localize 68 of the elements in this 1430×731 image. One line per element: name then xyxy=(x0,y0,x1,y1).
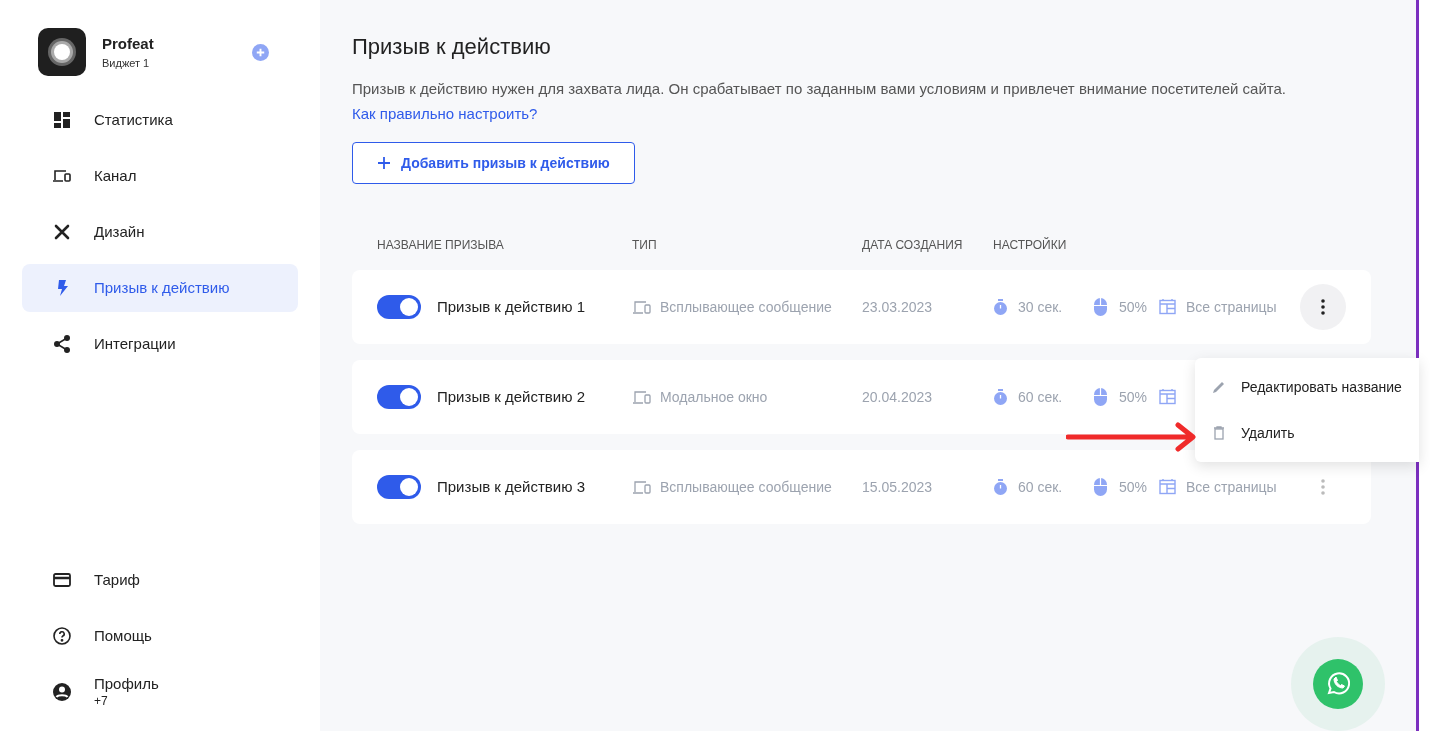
creation-date: 20.04.2023 xyxy=(862,387,934,407)
nav-label: Профиль xyxy=(94,675,159,694)
column-header: НАЗВАНИЕ ПРИЗЫВА xyxy=(377,237,505,254)
creation-date: 23.03.2023 xyxy=(862,297,934,317)
more-button[interactable] xyxy=(1300,284,1346,330)
plus-icon xyxy=(377,156,391,170)
widget-name: Виджет 1 xyxy=(102,56,151,71)
column-header: ТИП xyxy=(632,237,658,254)
phone-number: +7 xyxy=(94,693,109,709)
add-icon[interactable] xyxy=(251,43,269,61)
toggle-switch[interactable] xyxy=(377,385,421,409)
page-title: Призыв к действию xyxy=(352,33,552,61)
more-icon xyxy=(1321,299,1325,315)
page-layout-icon xyxy=(1159,479,1176,495)
pages-value: Все страницы xyxy=(1186,477,1277,497)
nav-item[interactable]: Интеграции xyxy=(22,320,298,368)
tools-icon xyxy=(52,222,72,242)
mouse-icon xyxy=(1094,298,1107,316)
page-description: Призыв к действию нужен для захвата лида. Он срабатывает по заданным вами условиям и привлечет внимание посетителей сайта. xyxy=(352,79,1288,99)
toggle-switch[interactable] xyxy=(377,295,421,319)
nav-item[interactable]: Дизайн xyxy=(22,208,298,256)
scroll-value: 50% xyxy=(1119,387,1149,407)
cta-type: Всплывающее сообщение xyxy=(660,297,832,317)
cta-name: Призыв к действию 1 xyxy=(437,296,585,317)
stopwatch-icon xyxy=(993,299,1008,315)
brand-name: Profeat xyxy=(102,33,154,54)
mouse-icon xyxy=(1094,388,1107,406)
column-header: ДАТА СОЗДАНИЯ xyxy=(862,237,964,254)
pages-value: Все страницы xyxy=(1186,297,1277,317)
credit-card-icon xyxy=(52,570,72,590)
help-icon xyxy=(52,626,72,646)
page-layout-icon xyxy=(1159,299,1176,315)
delay-value: 60 сек. xyxy=(1018,387,1064,407)
nav-item[interactable]: Тариф xyxy=(22,561,298,599)
nav-item[interactable]: Призыв к действию xyxy=(22,264,298,312)
scroll-value: 50% xyxy=(1119,297,1149,317)
logo-icon xyxy=(38,28,86,76)
delay-value: 30 сек. xyxy=(1018,297,1064,317)
mouse-icon xyxy=(1094,478,1107,496)
stopwatch-icon xyxy=(993,479,1008,495)
devices-icon xyxy=(632,299,652,315)
help-link[interactable]: Как правильно настроить? xyxy=(352,103,538,126)
cta-name: Призыв к действию 2 xyxy=(437,386,585,407)
user-icon xyxy=(52,682,72,702)
trash-icon xyxy=(1211,425,1227,441)
nav-item[interactable]: Канал xyxy=(22,152,298,200)
devices-icon xyxy=(632,389,652,405)
menu-item[interactable]: Удалить xyxy=(1195,410,1419,456)
cta-type: Модальное окно xyxy=(660,387,768,407)
menu-item[interactable]: Редактировать название xyxy=(1195,364,1419,410)
cta-name: Призыв к действию 3 xyxy=(437,476,585,497)
cta-type: Всплывающее сообщение xyxy=(660,477,832,497)
page-layout-icon xyxy=(1159,389,1176,405)
scroll-value: 50% xyxy=(1119,477,1149,497)
creation-date: 15.05.2023 xyxy=(862,477,934,497)
toggle-switch[interactable] xyxy=(377,475,421,499)
nav-item[interactable]: Статистика xyxy=(22,96,298,144)
devices-icon xyxy=(632,479,652,495)
pencil-icon xyxy=(1211,379,1227,395)
more-icon xyxy=(1321,479,1325,495)
add-button[interactable]: Добавить призыв к действию xyxy=(352,142,635,184)
nav-item[interactable]: Помощь xyxy=(22,617,298,655)
dashboard-icon xyxy=(52,110,72,130)
column-header: НАСТРОЙКИ xyxy=(993,236,1068,254)
share-icon xyxy=(52,334,72,354)
stopwatch-icon xyxy=(993,389,1008,405)
nav-item[interactable]: Профиль +7 xyxy=(22,673,298,711)
delay-value: 60 сек. xyxy=(1018,477,1064,497)
